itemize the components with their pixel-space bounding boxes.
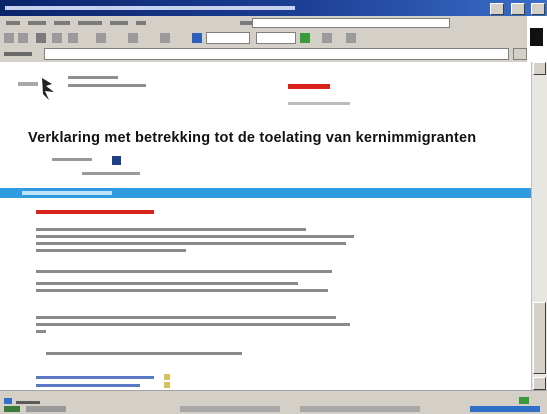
menu-bar [0,16,527,31]
windows-logo-icon [530,28,543,46]
vertical-scrollbar[interactable] [531,62,547,390]
section-label [22,191,112,195]
mail-icon[interactable] [192,33,202,43]
scroll-up-icon[interactable] [533,62,546,75]
paragraph-5 [36,352,256,358]
home-link[interactable] [18,82,38,86]
paragraph-4 [36,316,356,338]
meta-line-2 [82,172,140,175]
document-icon [164,374,170,380]
scroll-thumb[interactable] [533,302,546,374]
system-tray [470,406,540,412]
start-button[interactable] [4,406,20,412]
taskbar [0,404,547,414]
brand-name[interactable] [288,84,330,89]
minimize-button[interactable] [490,3,505,15]
go-button[interactable] [513,48,527,60]
scroll-down-icon[interactable] [533,377,546,390]
bird-logo-icon [42,78,54,100]
taskbar-item[interactable] [180,406,280,412]
window-titlebar [0,0,547,16]
maximize-button[interactable] [510,3,525,15]
address-input[interactable] [44,48,509,60]
org-name-line-2 [68,84,146,87]
page-title: Verklaring met betrekking tot de toelati… [28,130,477,146]
paragraph-2 [36,270,336,276]
org-name-line-1 [68,76,118,79]
browser-throbber [526,16,547,62]
print-toolbar-icon[interactable] [300,33,310,43]
paragraph-3 [36,282,336,296]
address-label [4,52,32,56]
quicklaunch-icons[interactable] [26,406,66,412]
toolbar-field-1[interactable] [206,32,250,44]
taskbar-item[interactable] [300,406,420,412]
close-button[interactable] [531,3,545,15]
stop-icon[interactable] [36,33,46,43]
edit-icon[interactable] [322,33,332,43]
page-viewport: Verklaring met betrekking tot de toelati… [0,62,531,390]
related-link-1[interactable] [36,376,154,379]
paragraph-1 [36,228,356,258]
menu-item-5[interactable] [110,21,128,25]
menu-item-3[interactable] [54,21,70,25]
toolbar-field-2[interactable] [256,32,296,44]
forward-icon[interactable] [18,33,28,43]
meta-line-1 [52,158,92,161]
refresh-icon[interactable] [52,33,62,43]
print-icon[interactable] [112,156,121,165]
home-icon[interactable] [68,33,78,43]
document-icon [164,382,170,388]
back-icon[interactable] [4,33,14,43]
related-link-2[interactable] [36,384,140,387]
related-links [36,374,216,390]
brand-subtitle [288,102,350,105]
standard-toolbar [0,30,527,47]
search-box[interactable] [252,18,450,28]
search-icon[interactable] [96,33,106,43]
window-title [5,6,295,10]
discuss-icon[interactable] [346,33,356,43]
red-subheading [36,210,154,214]
address-bar [0,46,527,63]
menu-item-1[interactable] [6,21,20,25]
favorites-icon[interactable] [128,33,138,43]
menu-item-2[interactable] [28,21,46,25]
history-icon[interactable] [160,33,170,43]
menu-item-6[interactable] [136,21,146,25]
section-header-bar [0,188,531,198]
menu-item-4[interactable] [78,21,102,25]
